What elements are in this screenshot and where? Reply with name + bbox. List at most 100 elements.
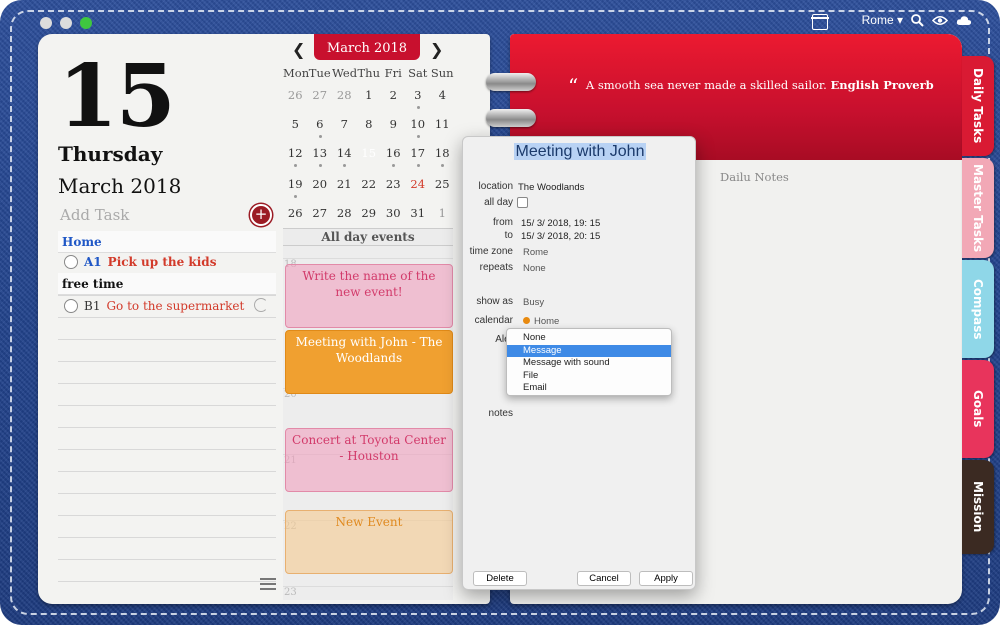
prev-month-button[interactable]: ❮ [292,40,305,59]
calendar-day[interactable]: 17 [406,142,431,167]
calendar-day[interactable]: 30 [381,202,406,226]
event-block[interactable]: Write the name of the new event! [285,264,453,328]
calendar-day[interactable]: 11 [430,113,455,137]
calendar-day[interactable]: 24 [406,173,431,197]
calendar-day[interactable]: 1 [430,202,455,226]
calendar-day[interactable]: 25 [430,173,455,197]
close-window-button[interactable] [40,17,52,29]
calendar-day[interactable]: 6 [308,113,333,138]
show-as-value[interactable]: Busy [523,297,544,308]
calendar-day[interactable]: 16 [381,142,406,167]
all-day-checkbox[interactable] [517,197,528,208]
repeats-value[interactable]: None [523,263,546,274]
task-checkbox[interactable] [64,255,78,269]
calendar-day[interactable]: 28 [332,202,357,226]
cloud-icon[interactable] [956,15,972,26]
calendar-day[interactable]: 27 [308,202,333,226]
day-name: Thursday [58,142,163,166]
calendar-day[interactable]: 20 [308,173,333,197]
minimize-window-button[interactable] [60,17,72,29]
calendar-day[interactable]: 13 [308,142,333,167]
calendar-week: 26 27 28 1 2 3 4 [283,84,455,109]
calendar-day[interactable]: 19 [283,173,308,198]
calendar-day[interactable]: 4 [430,84,455,108]
from-label: from [493,217,513,228]
calendar-day[interactable]: 3 [406,84,431,109]
notes-title[interactable]: Dailu Notes [720,170,789,184]
alert-option[interactable]: Message with sound [507,357,671,370]
calendar-day[interactable]: 28 [332,84,357,108]
timezone-value[interactable]: Rome [523,247,548,258]
weekday-label: Fri [384,66,402,80]
calendar-day[interactable]: 9 [381,113,406,137]
next-month-button[interactable]: ❯ [430,40,443,59]
search-icon[interactable] [911,13,924,27]
calendar-day[interactable]: 12 [283,142,308,167]
cancel-button[interactable]: Cancel [577,571,631,586]
task-item[interactable]: A1 Pick up the kids [58,251,276,273]
event-block[interactable]: New Event [285,510,453,574]
task-checkbox[interactable] [64,299,78,313]
calendar-day[interactable]: 26 [283,202,308,226]
tab-compass[interactable]: Compass [962,260,994,358]
to-value[interactable]: 15/ 3/ 2018, 20: 15 [521,231,600,242]
location-selector[interactable]: Rome ▾ [862,13,903,27]
event-block[interactable]: Concert at Toyota Center - Houston [285,428,453,492]
hour-label: 23 [283,586,453,598]
month-year: March 2018 [58,174,182,198]
alert-option-selected[interactable]: Message [507,344,671,357]
show-as-label: show as [476,296,513,307]
calendar-day[interactable]: 29 [357,202,382,226]
calendar-day[interactable]: 1 [357,84,382,108]
task-text: Go to the supermarket [106,299,245,313]
delete-button[interactable]: Delete [473,571,527,586]
alert-option[interactable]: File [507,370,671,383]
event-title-field[interactable]: Meeting with John [463,143,697,161]
calendar-check-icon[interactable] [811,14,829,30]
calendar-day[interactable]: 26 [283,84,308,108]
to-label: to [504,230,513,241]
calendar-day[interactable]: 14 [332,142,357,167]
task-code: A1 [84,255,102,269]
calendar-day[interactable]: 18 [430,142,455,167]
eye-icon[interactable] [932,15,948,26]
repeats-label: repeats [479,262,513,273]
calendar-day[interactable]: 27 [308,84,333,108]
menu-icon[interactable] [260,578,276,590]
tab-daily-tasks[interactable]: Daily Tasks [962,56,994,156]
alert-option[interactable]: None [507,332,671,345]
event-block-selected[interactable]: Meeting with John - The Woodlands [285,330,453,394]
calendar-day[interactable]: 21 [332,173,357,197]
tab-master-tasks[interactable]: Master Tasks [962,158,994,258]
apply-button[interactable]: Apply [639,571,693,586]
task-group-home[interactable]: Home [58,231,276,253]
calendar-day-selected[interactable]: 15 [356,141,382,166]
calendar-day[interactable]: 2 [381,84,406,108]
tab-goals[interactable]: Goals [962,360,994,458]
calendar-day[interactable]: 22 [357,173,382,197]
weekday-label: Mon [283,66,310,80]
day-timeline[interactable]: 18 20 21 22 23 Write the name of the new… [283,246,453,600]
month-label: March 2018 [314,34,420,60]
add-task-input[interactable]: Add Task [60,206,129,224]
calendar-day[interactable]: 10 [406,113,431,138]
alert-dropdown-menu[interactable]: None Message Message with sound File Ema… [506,328,672,396]
zoom-window-button[interactable] [80,17,92,29]
calendar-day[interactable]: 23 [381,173,406,197]
quote-text: A smooth sea never made a skilled sailor… [585,78,827,92]
calendar-value[interactable]: Home [523,316,559,327]
task-group-free-time[interactable]: free time [58,273,276,295]
task-item[interactable]: B1 Go to the supermarket [58,295,276,317]
all-day-events-header[interactable]: All day events [283,228,453,246]
add-task-button[interactable]: + [250,204,272,226]
calendar-day[interactable]: 31 [406,202,431,226]
binder-ring [486,73,536,91]
calendar-day[interactable]: 8 [357,113,382,137]
quote-source: English Proverb [830,78,934,92]
tab-mission[interactable]: Mission [962,460,994,554]
from-value[interactable]: 15/ 3/ 2018, 19: 15 [521,218,600,229]
calendar-day[interactable]: 5 [283,113,308,137]
alert-option[interactable]: Email [507,382,671,395]
calendar-day[interactable]: 7 [332,113,357,137]
location-value[interactable]: The Woodlands [518,182,584,193]
